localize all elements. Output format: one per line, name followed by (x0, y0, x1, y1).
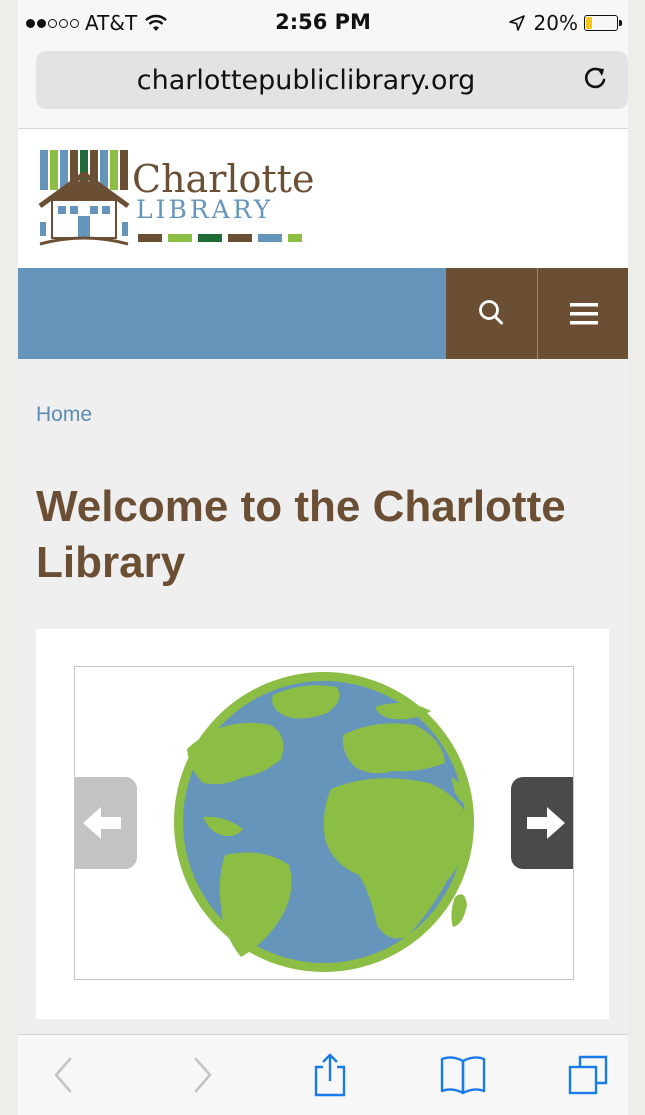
chevron-left-icon (54, 1057, 72, 1093)
menu-button[interactable] (538, 268, 628, 359)
battery-icon (584, 15, 622, 31)
phone-screen: AT&T 2:56 PM 20% charlottepubliclibrary.… (18, 0, 628, 1115)
share-button[interactable] (308, 1053, 352, 1097)
status-bar: AT&T 2:56 PM 20% (18, 0, 628, 44)
page-title: Welcome to the Charlotte Library (36, 482, 566, 587)
slider-prev-button[interactable] (75, 777, 137, 869)
image-slider[interactable] (74, 666, 574, 980)
browser-toolbar (18, 1034, 628, 1115)
logo-subtitle: LIBRARY (136, 195, 273, 224)
address-bar[interactable]: charlottepubliclibrary.org (36, 51, 628, 109)
bookmarks-button[interactable] (438, 1053, 486, 1097)
browser-address-area: charlottepubliclibrary.org (18, 44, 628, 129)
url-text[interactable]: charlottepubliclibrary.org (36, 65, 576, 96)
main-content: Home Welcome to the Charlotte Library (18, 359, 628, 1034)
book-icon (440, 1056, 486, 1095)
share-icon (314, 1053, 346, 1097)
library-logo-icon: Charlotte LIBRARY (38, 150, 314, 246)
arrow-left-icon (83, 807, 121, 839)
reload-icon[interactable] (580, 63, 610, 93)
chevron-right-icon (194, 1057, 212, 1093)
location-arrow-icon (508, 15, 525, 31)
arrow-right-icon (527, 807, 565, 839)
slider-card (36, 629, 609, 1019)
back-button[interactable] (42, 1053, 86, 1097)
status-right: 20% (508, 11, 622, 35)
library-logo[interactable]: Charlotte LIBRARY (38, 148, 328, 248)
tabs-icon (568, 1055, 608, 1095)
breadcrumb-home-link[interactable]: Home (36, 403, 92, 427)
tabs-button[interactable] (566, 1053, 610, 1097)
forward-button[interactable] (180, 1053, 224, 1097)
globe-icon (174, 672, 474, 972)
site-nav-bar (18, 268, 628, 359)
hamburger-menu-icon (570, 303, 598, 325)
search-button[interactable] (446, 268, 537, 359)
battery-percent: 20% (533, 11, 578, 35)
slider-next-button[interactable] (511, 777, 573, 869)
search-icon (479, 300, 503, 325)
